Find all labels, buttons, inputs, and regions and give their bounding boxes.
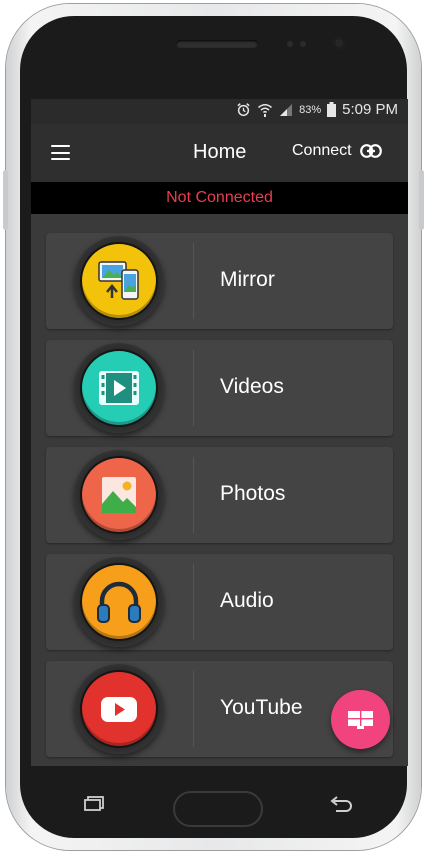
menu-item-photos[interactable]: Photos [46,447,393,543]
menu-item-label: Mirror [220,268,275,291]
page-title: Home [193,141,247,163]
home-button[interactable] [173,791,263,827]
wifi-icon [258,103,273,117]
volume-button [3,170,8,230]
icon-ring [74,450,164,540]
row-divider [193,350,194,426]
menu-item-label: Photos [220,482,286,505]
row-divider [193,243,194,319]
back-icon[interactable] [328,796,354,814]
row-divider [193,671,194,747]
youtube-icon [82,672,156,746]
alarm-icon [237,103,250,117]
menu-item-label: Videos [220,375,284,398]
signal-icon [280,103,293,116]
power-button [419,170,424,230]
battery-icon [327,102,337,117]
audio-icon [82,565,156,639]
hamburger-menu-icon[interactable] [51,145,70,160]
status-time: 5:09 PM [342,101,398,118]
menu-item-audio[interactable]: Audio [46,554,393,650]
menu-item-mirror[interactable]: Mirror [46,233,393,329]
connect-button[interactable]: Connect [292,142,382,160]
link-icon [359,144,382,158]
earpiece-speaker [176,40,258,48]
row-divider [193,564,194,640]
menu-item-videos[interactable]: Videos [46,340,393,436]
light-sensor [300,41,306,47]
feature-list: Mirror Videos Photos Audio YouTube [31,214,408,766]
connect-label: Connect [292,142,352,159]
videos-icon [82,351,156,425]
app-toolbar: Home Connect [31,124,408,182]
row-divider [193,457,194,533]
app-screen: 83% 5:09 PM Home Connect Not Connected M… [31,99,408,766]
recent-apps-icon[interactable] [84,796,104,811]
menu-item-label: YouTube [220,696,303,719]
cast-screen-icon [348,711,373,729]
proximity-sensor [287,41,293,47]
mirror-icon [82,244,156,318]
cast-fab-button[interactable] [331,690,390,749]
icon-ring [74,236,164,326]
photos-icon [82,458,156,532]
connection-status-banner: Not Connected [31,182,408,214]
front-camera [332,36,346,50]
status-bar: 83% 5:09 PM [31,99,408,124]
menu-item-label: Audio [220,589,274,612]
icon-ring [74,664,164,754]
icon-ring [74,557,164,647]
battery-percent: 83% [299,103,322,116]
icon-ring [74,343,164,433]
